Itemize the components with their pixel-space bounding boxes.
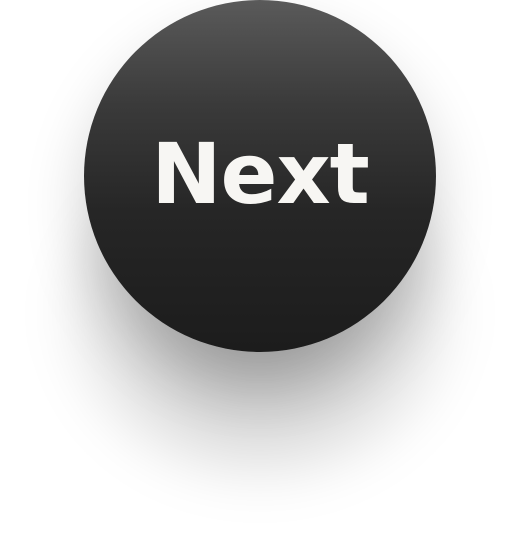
next-button[interactable]: Next <box>84 0 436 352</box>
canvas: Next <box>0 0 526 537</box>
next-button-label: Next <box>151 125 370 223</box>
